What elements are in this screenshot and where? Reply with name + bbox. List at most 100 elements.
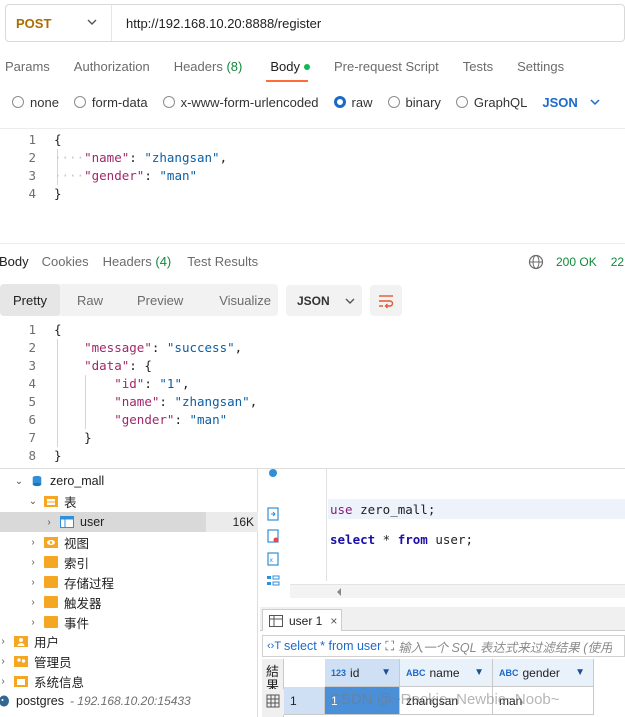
- filter-input[interactable]: 输入一个 SQL 表达式来过滤结果 (使用: [398, 637, 612, 656]
- script-icon[interactable]: [266, 529, 280, 543]
- code-line: 7 }: [0, 429, 625, 447]
- view-tab-pretty[interactable]: Pretty: [0, 284, 60, 316]
- scroll-left-icon[interactable]: [334, 586, 344, 598]
- close-icon[interactable]: ×: [330, 614, 337, 628]
- response-tab-headers[interactable]: Headers (4): [103, 254, 172, 269]
- radio-form-data[interactable]: form-data: [73, 95, 148, 110]
- view-tab-preview[interactable]: Preview: [127, 284, 209, 316]
- tree-item-indexes[interactable]: › 索引: [28, 552, 89, 572]
- sort-arrow-icon[interactable]: ▼: [575, 667, 585, 678]
- response-body-viewer[interactable]: 1{ 2 "message": "success", 3 "data": { 4…: [0, 321, 625, 466]
- radio-label: GraphQL: [473, 94, 528, 110]
- sql-line: use zero_mall;: [330, 502, 435, 517]
- tree-item-database[interactable]: ⌄ zero_mall: [14, 471, 104, 491]
- sql-editor-gutter: [290, 469, 327, 581]
- code-line: 1{: [0, 131, 625, 149]
- tree-item-postgres-connection[interactable]: postgres - 192.168.10.20:15433: [0, 691, 191, 711]
- chevron-right-icon: ›: [1, 655, 5, 667]
- tree-item-views[interactable]: › 视图: [28, 532, 89, 552]
- tree-item-tables[interactable]: ⌄ 表: [28, 491, 77, 511]
- sort-arrow-icon[interactable]: ▼: [474, 667, 484, 678]
- chevron-down-icon: [590, 99, 600, 106]
- response-tab-body[interactable]: Body: [0, 254, 29, 269]
- column-header-gender[interactable]: ABC gender ▼: [493, 659, 594, 687]
- radio-circle: [455, 96, 468, 108]
- sort-arrow-icon[interactable]: ▼: [381, 667, 391, 678]
- code-line: 8}: [0, 447, 625, 465]
- view-tab-raw[interactable]: Raw: [60, 284, 127, 316]
- request-tabs: Params Authorization Headers (8) Body Pr…: [5, 54, 564, 78]
- code-text: {: [54, 132, 62, 147]
- line-number: 2: [28, 340, 36, 355]
- radio-circle: [12, 96, 24, 108]
- tree-label: 视图: [64, 536, 90, 551]
- wrap-lines-button[interactable]: [370, 285, 402, 316]
- tree-item-user-table[interactable]: › user: [44, 512, 104, 532]
- sql-editor[interactable]: use zero_mall; select * from user;: [290, 469, 625, 599]
- column-header-id[interactable]: 123 id ▼: [325, 659, 400, 687]
- radio-graphql[interactable]: GraphQL: [455, 94, 528, 110]
- status-code[interactable]: 200 OK: [556, 255, 597, 269]
- sql-keyword: use: [330, 502, 353, 517]
- json-key: "message": [84, 340, 152, 355]
- json-value: "success": [166, 340, 235, 355]
- horizontal-scrollbar[interactable]: [290, 584, 625, 598]
- grid-icon[interactable]: [262, 689, 284, 715]
- method-select[interactable]: POST: [6, 5, 112, 41]
- result-tab-user[interactable]: user 1 ×: [262, 609, 342, 631]
- tab-settings[interactable]: Settings: [517, 59, 564, 74]
- code-text: "gender": "man": [114, 412, 228, 427]
- radio-label: none: [30, 94, 59, 110]
- response-format-select[interactable]: JSON: [286, 285, 362, 316]
- code-text: ····"gender": "man": [54, 168, 198, 183]
- folder-icon: [44, 576, 58, 588]
- tree-item-users[interactable]: › 用户: [0, 631, 59, 651]
- expand-icon[interactable]: ⛶: [385, 639, 394, 654]
- folder-icon: [44, 596, 58, 608]
- tab-headers[interactable]: Headers (8): [174, 59, 243, 74]
- radio-raw[interactable]: raw: [333, 95, 373, 110]
- chevron-right-icon: ›: [1, 675, 5, 687]
- tab-pre-request-script[interactable]: Pre-request Script: [334, 59, 439, 74]
- method-label: POST: [16, 15, 52, 31]
- response-tab-cookies[interactable]: Cookies: [42, 254, 89, 269]
- body-type-options: none form-data x-www-form-urlencoded raw…: [12, 92, 602, 112]
- row-number[interactable]: 1: [284, 687, 325, 715]
- sql-text: zero_mall;: [352, 502, 436, 517]
- request-body-editor[interactable]: 1{ 2 ····"name": "zhangsan", 3 ····"gender…: [0, 131, 625, 203]
- url-input[interactable]: http://192.168.10.20:8888/register: [112, 16, 321, 31]
- json-key: "name": [84, 150, 130, 165]
- table-size: 16K: [206, 512, 258, 532]
- tree-item-triggers[interactable]: › 触发器: [28, 592, 102, 612]
- tab-params[interactable]: Params: [5, 59, 50, 74]
- tab-body[interactable]: Body: [270, 59, 310, 74]
- tree-label: 事件: [64, 616, 90, 631]
- format-icon[interactable]: x: [266, 552, 280, 566]
- tree-label: 触发器: [64, 596, 102, 611]
- tree-item-admins[interactable]: › 管理员: [0, 651, 71, 671]
- filter-bar[interactable]: ‹›T select * from user ⛶ 输入一个 SQL 表达式来过滤…: [262, 635, 625, 657]
- response-tab-test-results[interactable]: Test Results: [187, 254, 258, 269]
- response-time[interactable]: 22: [611, 255, 624, 269]
- wrap-lines-icon: [379, 294, 394, 308]
- database-navigator: 16K ⌄ zero_mall ⌄ 表 › user › 视图 › 索引 › 存…: [0, 469, 258, 717]
- tree-label: zero_mall: [50, 474, 105, 488]
- chevron-down-icon: ⌄: [14, 475, 24, 487]
- tree-item-procedures[interactable]: › 存储过程: [28, 572, 114, 592]
- radio-none[interactable]: none: [12, 95, 59, 110]
- view-tab-visualize[interactable]: Visualize: [209, 284, 281, 316]
- gear-icon[interactable]: [266, 469, 280, 483]
- tree-item-events[interactable]: › 事件: [28, 612, 89, 632]
- tab-headers-label: Headers: [173, 58, 223, 74]
- body-format-select[interactable]: JSON: [542, 95, 601, 110]
- chevron-right-icon: ›: [47, 516, 51, 528]
- radio-x-www-form-urlencoded[interactable]: x-www-form-urlencoded: [162, 95, 319, 110]
- radio-binary[interactable]: binary: [387, 95, 441, 110]
- outline-icon[interactable]: [266, 574, 280, 588]
- tab-tests[interactable]: Tests: [463, 59, 493, 74]
- tree-item-system-info[interactable]: › 系统信息: [0, 671, 84, 691]
- code-line: 2 "message": "success",: [0, 339, 625, 357]
- tab-authorization[interactable]: Authorization: [74, 59, 150, 74]
- export-icon[interactable]: [266, 507, 280, 521]
- column-header-name[interactable]: ABC name ▼: [400, 659, 493, 687]
